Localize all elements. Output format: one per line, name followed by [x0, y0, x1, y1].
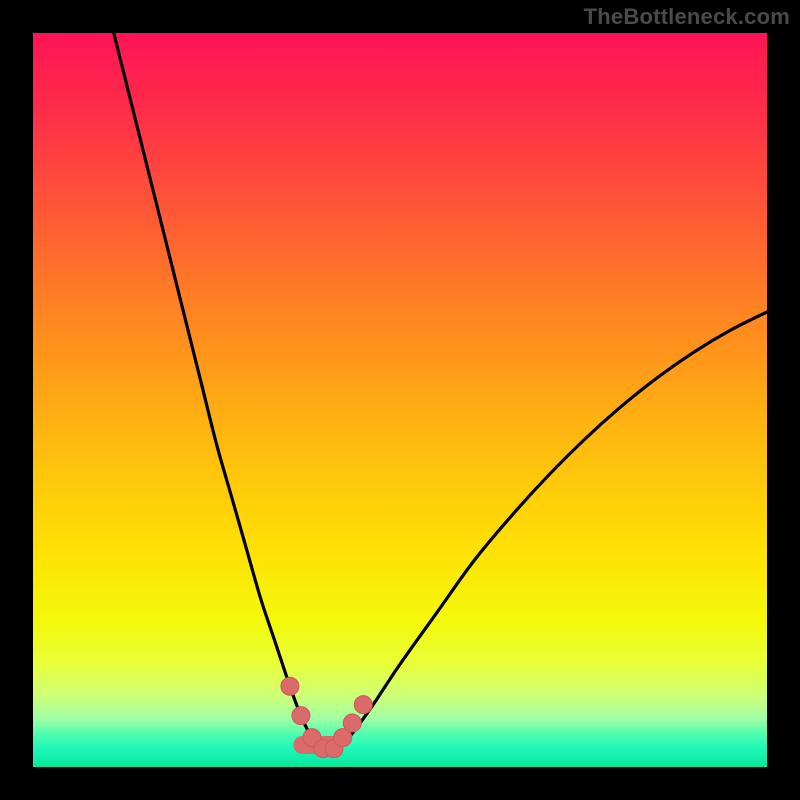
bottleneck-chart: [33, 33, 767, 767]
highlight-dot: [354, 696, 372, 714]
highlight-dot: [343, 714, 361, 732]
gradient-background: [33, 33, 767, 767]
highlight-dot: [281, 677, 299, 695]
highlight-dot: [292, 707, 310, 725]
plot-area: [33, 33, 767, 767]
chart-stage: TheBottleneck.com: [0, 0, 800, 800]
watermark-text: TheBottleneck.com: [584, 4, 790, 30]
